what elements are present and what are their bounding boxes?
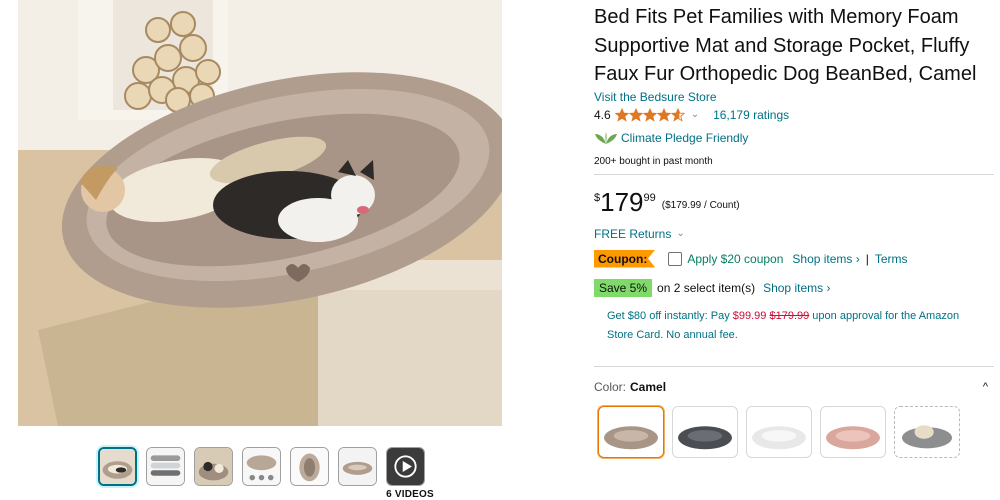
leaf-icon — [595, 131, 617, 144]
separator: | — [865, 251, 869, 266]
coupon-apply-label[interactable]: Apply $20 coupon — [687, 252, 783, 266]
save-row: Save 5% on 2 select item(s) Shop items › — [594, 278, 994, 297]
swatch-pink[interactable] — [820, 405, 886, 458]
play-icon — [387, 448, 424, 485]
chevron-up-icon[interactable]: ^ — [983, 381, 988, 393]
save-badge: Save 5% — [594, 278, 653, 297]
thumbnail-4[interactable] — [242, 447, 281, 486]
climate-pledge-badge[interactable]: Climate Pledge Friendly — [594, 130, 994, 146]
save-description: on 2 select item(s) — [657, 280, 756, 295]
ratings-count-link[interactable]: 16,179 ratings — [713, 108, 789, 122]
product-title: Bed Fits Pet Families with Memory Foam S… — [594, 6, 977, 85]
price-whole: 179 — [600, 186, 644, 217]
thumbnail-6[interactable] — [338, 447, 377, 486]
divider — [594, 173, 994, 175]
free-returns-label: FREE Returns — [594, 226, 672, 241]
save-shop-items-link[interactable]: Shop items › — [763, 281, 830, 295]
card-offer-prefix: Get $80 off instantly: Pay — [607, 309, 733, 322]
color-swatches — [598, 405, 994, 458]
coupon-tag: Coupon: — [594, 249, 656, 268]
chevron-down-icon: ⌄ — [676, 228, 685, 239]
product-photo — [18, 0, 502, 426]
price: $ 179 99 ($179.99 / Count) — [594, 189, 994, 217]
color-label: Color: — [594, 379, 627, 394]
price-fraction: 99 — [643, 191, 656, 204]
star-icon — [642, 107, 657, 122]
thumbnail-1[interactable] — [98, 447, 137, 486]
thumbnail-strip: 6 VIDEOS — [98, 447, 434, 500]
coupon-terms-link[interactable]: Terms — [875, 252, 908, 266]
star-icon — [628, 107, 643, 122]
card-offer-new-price: $99.99 — [732, 309, 767, 322]
store-link[interactable]: Visit the Bedsure Store — [594, 90, 994, 105]
star-rating[interactable] — [614, 107, 685, 122]
divider — [594, 365, 994, 367]
thumbnail-2[interactable] — [146, 447, 185, 486]
video-count-label[interactable]: 6 VIDEOS — [382, 489, 438, 500]
swatch-white[interactable] — [746, 405, 812, 458]
chevron-down-icon[interactable]: ⌄ — [691, 109, 699, 120]
swatch-dark-grey[interactable] — [672, 405, 738, 458]
star-icon — [670, 107, 685, 122]
coupon-row: Coupon: Apply $20 coupon Shop items › | … — [594, 249, 994, 268]
main-product-image[interactable] — [18, 0, 502, 426]
coupon-shop-items-link[interactable]: Shop items › — [792, 252, 859, 266]
card-offer-old-price: $179.99 — [769, 309, 810, 322]
color-selector-header[interactable]: Color: Camel ^ — [594, 379, 994, 395]
bought-past-month: 200+ bought in past month — [594, 155, 713, 167]
swatch-camel[interactable] — [598, 405, 664, 458]
product-info-panel: Bed Fits Pet Families with Memory Foam S… — [594, 0, 994, 458]
star-icon — [656, 107, 671, 122]
unit-price: ($179.99 / Count) — [661, 199, 740, 211]
color-value: Camel — [630, 379, 667, 394]
swatch-grey-pattern[interactable] — [894, 405, 960, 458]
thumbnail-video[interactable] — [386, 447, 425, 486]
star-icon — [614, 107, 629, 122]
thumbnail-5[interactable] — [290, 447, 329, 486]
rating-value: 4.6 — [594, 107, 611, 122]
store-card-offer[interactable]: Get $80 off instantly: Pay $99.99 $179.9… — [594, 307, 964, 345]
coupon-checkbox[interactable] — [668, 251, 683, 266]
rating-row: 4.6 ⌄ 16,179 ratings — [594, 107, 994, 123]
free-returns-link[interactable]: FREE Returns ⌄ — [594, 226, 994, 242]
climate-pledge-label: Climate Pledge Friendly — [621, 130, 749, 145]
thumbnail-3[interactable] — [194, 447, 233, 486]
